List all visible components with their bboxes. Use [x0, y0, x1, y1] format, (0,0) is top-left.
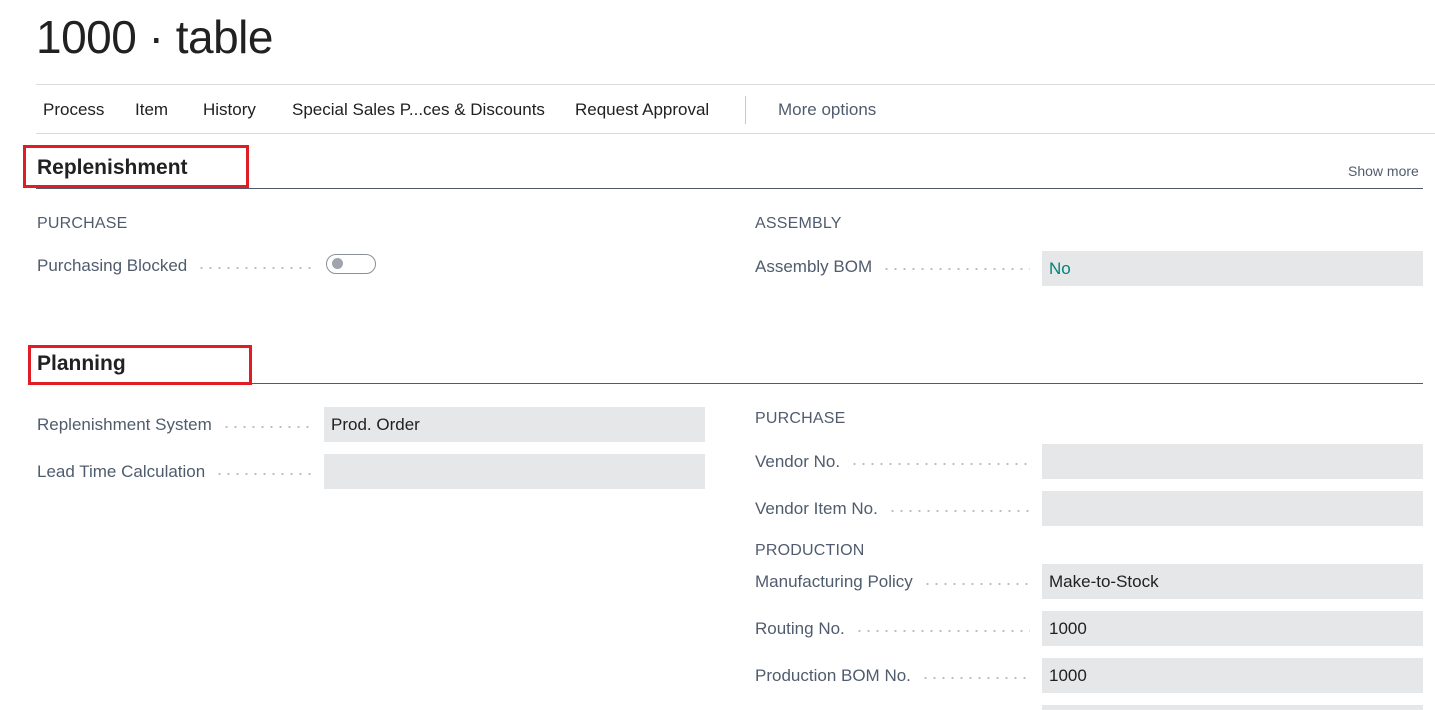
assembly-group-caption: ASSEMBLY [755, 215, 842, 232]
lead-time-calculation-label: Lead Time Calculation [37, 462, 312, 482]
vendor-no-label: Vendor No. [755, 452, 1030, 472]
vendor-no-label-text: Vendor No. [755, 452, 841, 471]
purchasing-blocked-label-text: Purchasing Blocked [37, 256, 188, 275]
page-title: 1000 · table [36, 11, 273, 63]
manufacturing-policy-label-text: Manufacturing Policy [755, 572, 913, 591]
assembly-bom-label: Assembly BOM [755, 257, 1030, 277]
vendor-item-no-label-text: Vendor Item No. [755, 499, 878, 518]
action-request-approval[interactable]: Request Approval [575, 100, 709, 120]
replenishment-system-field[interactable]: Prod. Order [324, 407, 705, 442]
action-bar: Process Item History Special Sales P...c… [36, 88, 1435, 132]
routing-no-field[interactable]: 1000 [1042, 611, 1423, 646]
actionbar-divider [36, 133, 1435, 134]
action-special-sales-prices[interactable]: Special Sales P...ces & Discounts [292, 100, 545, 120]
routing-no-label: Routing No. [755, 619, 1030, 639]
production-bom-no-field[interactable]: 1000 [1042, 658, 1423, 693]
planning-section-title[interactable]: Planning [37, 352, 126, 376]
title-divider [36, 84, 1435, 85]
label-dots [215, 473, 312, 475]
routing-no-label-text: Routing No. [755, 619, 845, 638]
purchasing-blocked-toggle[interactable] [326, 254, 376, 274]
action-process[interactable]: Process [43, 100, 104, 120]
next-field-partial[interactable] [1042, 705, 1423, 710]
label-dots [197, 267, 312, 269]
vendor-no-field[interactable] [1042, 444, 1423, 479]
label-dots [920, 677, 1030, 679]
manufacturing-policy-field[interactable]: Make-to-Stock [1042, 564, 1423, 599]
label-dots [854, 630, 1030, 632]
production-bom-no-label-text: Production BOM No. [755, 666, 911, 685]
more-options-button[interactable]: More options [778, 100, 876, 120]
planning-purchase-caption: PURCHASE [755, 410, 846, 427]
action-item[interactable]: Item [135, 100, 168, 120]
lead-time-calculation-label-text: Lead Time Calculation [37, 462, 206, 481]
production-group-caption: PRODUCTION [755, 542, 865, 559]
vendor-item-no-field[interactable] [1042, 491, 1423, 526]
label-dots [922, 583, 1030, 585]
replenishment-system-label: Replenishment System [37, 415, 312, 435]
purchase-group-caption: PURCHASE [37, 215, 128, 232]
label-dots [882, 268, 1030, 270]
replenishment-section-title[interactable]: Replenishment [37, 156, 188, 180]
purchasing-blocked-label: Purchasing Blocked [37, 256, 312, 276]
manufacturing-policy-label: Manufacturing Policy [755, 572, 1030, 592]
label-dots [887, 510, 1030, 512]
label-dots [221, 426, 312, 428]
replenishment-system-label-text: Replenishment System [37, 415, 212, 434]
label-dots [850, 463, 1030, 465]
assembly-bom-field[interactable]: No [1042, 251, 1423, 286]
vendor-item-no-label: Vendor Item No. [755, 499, 1030, 519]
toggle-knob [332, 258, 343, 269]
lead-time-calculation-field[interactable] [324, 454, 705, 489]
planning-section-line [36, 383, 1423, 384]
production-bom-no-label: Production BOM No. [755, 666, 1030, 686]
show-more-link[interactable]: Show more [1348, 163, 1419, 179]
replenishment-section-line [36, 188, 1423, 189]
action-history[interactable]: History [203, 100, 256, 120]
assembly-bom-label-text: Assembly BOM [755, 257, 873, 276]
action-separator [745, 96, 746, 124]
